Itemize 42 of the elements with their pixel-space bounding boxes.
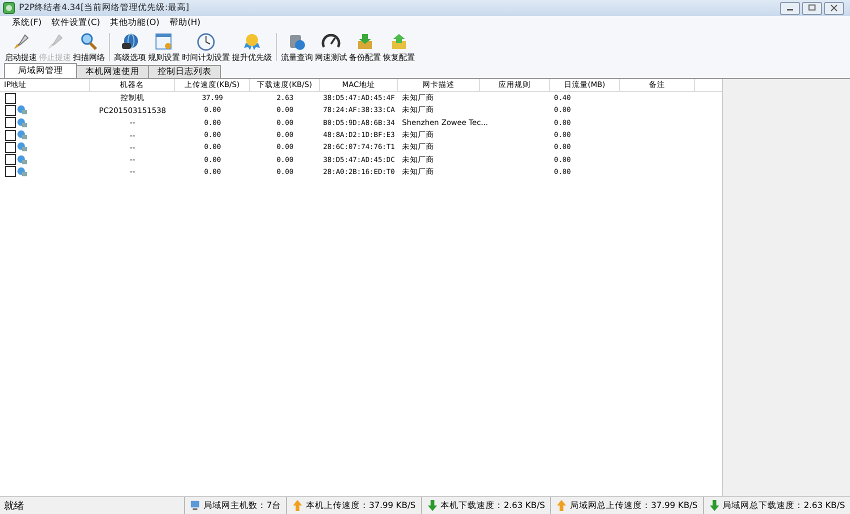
tab[interactable]: 控制日志列表 xyxy=(148,65,221,78)
checkbox[interactable] xyxy=(5,130,16,141)
checkbox[interactable] xyxy=(5,104,16,116)
arrow-down-icon xyxy=(426,500,438,511)
status-text: 局域网总上传速度：37.99 KB/S xyxy=(570,500,698,512)
status-text: 就绪 xyxy=(3,500,25,512)
status-text: 本机上传速度：37.99 KB/S xyxy=(306,500,416,512)
close-icon xyxy=(829,4,839,12)
window-title: P2P终结者4.34[当前网络管理优先级:最高] xyxy=(19,2,190,14)
arrow-up-icon xyxy=(292,500,303,511)
minimize-button[interactable] xyxy=(780,2,800,14)
toolbar-button[interactable]: 启动提速 xyxy=(4,32,38,63)
toolbar-button[interactable]: 规则设置 xyxy=(147,32,181,63)
toolbar-button[interactable]: 时间计划设置 xyxy=(181,32,231,63)
toolbar-button[interactable]: 流量查询 xyxy=(280,32,314,63)
checkbox[interactable] xyxy=(5,166,16,178)
menu-item[interactable]: 帮助(H) xyxy=(169,17,200,29)
tab[interactable]: 本机网速使用 xyxy=(76,65,149,78)
status-text: 局域网主机数：7台 xyxy=(204,500,281,512)
checkbox[interactable] xyxy=(5,154,16,166)
checkbox[interactable] xyxy=(5,142,16,153)
toolbar-button[interactable]: 提升优先级 xyxy=(231,32,273,63)
computer-icon xyxy=(190,500,201,511)
app-icon xyxy=(3,2,15,14)
toolbar-button[interactable]: 恢复配置 xyxy=(382,32,416,63)
menu-item[interactable]: 其他功能(O) xyxy=(110,17,160,29)
toolbar-button[interactable]: 备份配置 xyxy=(348,32,382,63)
close-button[interactable] xyxy=(824,2,844,14)
maximize-icon xyxy=(807,4,817,12)
menu-item[interactable]: 软件设置(C) xyxy=(52,17,100,29)
checkbox[interactable] xyxy=(5,117,16,128)
toolbar-button[interactable]: 高级选项 xyxy=(113,32,147,63)
status-text: 局域网总下载速度：2.63 KB/S xyxy=(722,500,845,512)
arrow-up-icon xyxy=(556,500,567,511)
checkbox[interactable] xyxy=(5,92,16,104)
menu-item[interactable]: 系统(F) xyxy=(12,17,42,29)
status-text: 本机下载速度：2.63 KB/S xyxy=(440,500,545,512)
toolbar-button[interactable]: 扫描网络 xyxy=(72,32,106,63)
tab[interactable]: 局域网管理 xyxy=(4,63,77,78)
toolbar-button[interactable]: 网速测试 xyxy=(314,32,348,63)
maximize-button[interactable] xyxy=(802,2,822,14)
arrow-down-icon xyxy=(708,500,720,511)
